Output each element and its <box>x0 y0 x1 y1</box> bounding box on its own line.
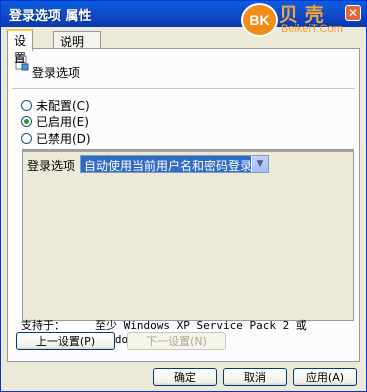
tab-description[interactable]: 说明 <box>53 31 101 49</box>
next-setting-button[interactable]: 下一设置(N) <box>127 332 226 350</box>
login-option-value: 自动使用当前用户名和密码登录 <box>84 159 253 173</box>
radio-disabled[interactable]: 已禁用(D) <box>21 130 91 146</box>
option-label: 登录选项 <box>27 159 76 173</box>
policy-heading: 登录选项 <box>32 66 81 80</box>
radio-not-configured-label: 未配置(C) <box>36 98 90 113</box>
close-button[interactable]: ✕ <box>345 5 361 21</box>
settings-panel: 登录选项 未配置(C) 已启用(E) 已禁用(D) 登录选项 自动使用当前用户名… <box>7 48 360 362</box>
radio-disabled-label: 已禁用(D) <box>36 131 91 146</box>
watermark-sub: BeikeiT.Com <box>281 23 343 35</box>
login-option-select[interactable]: 自动使用当前用户名和密码登录 ▼ <box>80 155 269 173</box>
cancel-button[interactable]: 取消 <box>223 368 287 386</box>
watermark-badge: BK <box>241 3 278 37</box>
prev-setting-button[interactable]: 上一设置(P) <box>16 332 115 350</box>
options-box: 登录选项 自动使用当前用户名和密码登录 ▼ <box>22 149 354 321</box>
chevron-down-icon[interactable]: ▼ <box>251 156 268 172</box>
window-title: 登录选项 属性 <box>9 9 92 24</box>
title-bar: 登录选项 属性 BK 贝 壳 BeikeiT.Com ✕ <box>1 1 366 37</box>
radio-enabled-label: 已启用(E) <box>36 114 89 129</box>
radio-enabled-circle[interactable] <box>21 115 32 127</box>
tab-settings[interactable]: 设置 <box>7 29 34 65</box>
radio-disabled-circle[interactable] <box>21 132 32 144</box>
divider <box>12 88 355 89</box>
ok-button[interactable]: 确定 <box>153 368 217 386</box>
support-label: 支持于： <box>21 319 65 332</box>
radio-not-configured-circle[interactable] <box>21 99 32 111</box>
radio-enabled[interactable]: 已启用(E) <box>21 113 89 129</box>
apply-button[interactable]: 应用(A) <box>293 368 357 386</box>
options-top-edge <box>23 150 353 152</box>
radio-not-configured[interactable]: 未配置(C) <box>21 97 90 113</box>
properties-dialog: 登录选项 属性 BK 贝 壳 BeikeiT.Com ✕ 设置 说明 登录选项 … <box>0 0 367 392</box>
